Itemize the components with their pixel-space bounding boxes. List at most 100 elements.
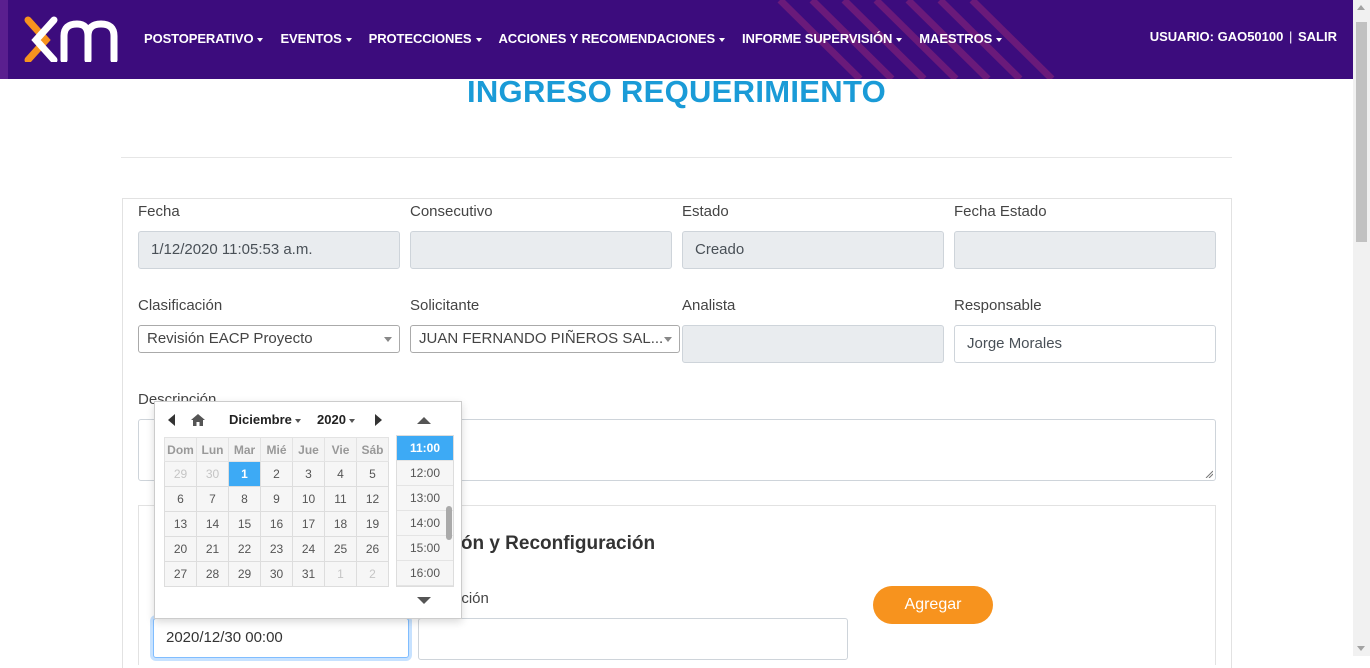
calendar-day[interactable]: 21 xyxy=(196,536,229,562)
subsection-description-input[interactable] xyxy=(418,618,848,660)
caret-down-icon xyxy=(475,37,482,42)
menu-informe-supervision[interactable]: INFORME SUPERVISIÓN xyxy=(742,31,903,46)
weekday-row: Dom Lun Mar Mié Jue Vie Sáb xyxy=(164,437,389,462)
menu-label: MAESTROS xyxy=(919,31,993,46)
menu-maestros[interactable]: MAESTROS xyxy=(919,31,1003,46)
consecutivo-field xyxy=(410,231,672,269)
clasificacion-label: Clasificación xyxy=(138,297,223,314)
calendar-day[interactable]: 9 xyxy=(260,486,293,512)
calendar-day[interactable]: 14 xyxy=(196,511,229,537)
weekday-header: Jue xyxy=(292,437,325,462)
time-option[interactable]: 13:00 xyxy=(397,486,453,511)
analista-field xyxy=(682,325,944,363)
weekday-header: Lun xyxy=(196,437,229,462)
calendar-day[interactable]: 10 xyxy=(292,486,325,512)
year-label: 2020 xyxy=(317,412,346,427)
home-icon[interactable] xyxy=(190,413,206,427)
clasificacion-select[interactable]: Revisión EACP Proyecto xyxy=(138,325,400,353)
calendar-day[interactable]: 4 xyxy=(324,461,357,487)
menu-label: EVENTOS xyxy=(280,31,342,46)
calendar-day[interactable]: 16 xyxy=(260,511,293,537)
prev-month-icon[interactable] xyxy=(168,414,175,426)
xm-logo[interactable] xyxy=(24,16,130,62)
caret-down-icon xyxy=(896,37,903,42)
dropdown-arrow-icon xyxy=(664,337,672,342)
year-select[interactable]: 2020 xyxy=(317,412,355,427)
resize-grip-icon[interactable] xyxy=(1205,470,1213,478)
add-button[interactable]: Agregar xyxy=(873,586,993,624)
main-menu: POSTOPERATIVO EVENTOS PROTECCIONES ACCIO… xyxy=(144,31,1019,46)
time-option[interactable]: 15:00 xyxy=(397,536,453,561)
time-option[interactable]: 14:00 xyxy=(397,511,453,536)
scrollbar-thumb[interactable] xyxy=(1356,22,1367,242)
calendar-day[interactable]: 28 xyxy=(196,561,229,587)
calendar-day[interactable]: 12 xyxy=(356,486,389,512)
calendar-day[interactable]: 7 xyxy=(196,486,229,512)
calendar-day[interactable]: 19 xyxy=(356,511,389,537)
calendar-day[interactable]: 1 xyxy=(324,561,357,587)
time-list-scrollbar[interactable] xyxy=(446,506,452,540)
calendar-day[interactable]: 6 xyxy=(164,486,197,512)
menu-eventos[interactable]: EVENTOS xyxy=(280,31,352,46)
page-scrollbar[interactable] xyxy=(1353,0,1370,656)
fecha-label: Fecha xyxy=(138,203,180,220)
calendar-day[interactable]: 25 xyxy=(324,536,357,562)
time-option-selected[interactable]: 11:00 xyxy=(397,436,453,461)
estado-field: Creado xyxy=(682,231,944,269)
time-scroll-up-icon[interactable] xyxy=(417,417,431,424)
calendar-day[interactable]: 27 xyxy=(164,561,197,587)
menu-label: POSTOPERATIVO xyxy=(144,31,254,46)
time-option[interactable]: 12:00 xyxy=(397,461,453,486)
calendar-day[interactable]: 2 xyxy=(260,461,293,487)
calendar-day[interactable]: 18 xyxy=(324,511,357,537)
calendar-week: 13 14 15 16 17 18 19 xyxy=(164,511,389,537)
month-label: Diciembre xyxy=(229,412,292,427)
menu-acciones-recomendaciones[interactable]: ACCIONES Y RECOMENDACIONES xyxy=(499,31,726,46)
dropdown-arrow-icon xyxy=(384,337,392,342)
menu-postoperativo[interactable]: POSTOPERATIVO xyxy=(144,31,264,46)
next-month-icon[interactable] xyxy=(375,414,382,426)
solicitante-label: Solicitante xyxy=(410,297,480,314)
calendar-day[interactable]: 5 xyxy=(356,461,389,487)
calendar-day[interactable]: 15 xyxy=(228,511,261,537)
calendar-day[interactable]: 3 xyxy=(292,461,325,487)
scroll-down-icon[interactable] xyxy=(1357,646,1365,651)
weekday-header: Sáb xyxy=(356,437,389,462)
divider xyxy=(121,157,1232,158)
solicitante-select[interactable]: JUAN FERNANDO PIÑEROS SAL... xyxy=(410,325,680,353)
calendar-day[interactable]: 22 xyxy=(228,536,261,562)
calendar-day-selected[interactable]: 1 xyxy=(228,461,261,487)
calendar-day[interactable]: 20 xyxy=(164,536,197,562)
calendar-day[interactable]: 30 xyxy=(196,461,229,487)
calendar-day[interactable]: 26 xyxy=(356,536,389,562)
fecha-estado-label: Fecha Estado xyxy=(954,203,1047,220)
calendar-day[interactable]: 29 xyxy=(164,461,197,487)
responsable-input[interactable]: Jorge Morales xyxy=(954,325,1216,363)
logout-link[interactable]: SALIR xyxy=(1298,29,1337,44)
calendar-week: 20 21 22 23 24 25 26 xyxy=(164,536,389,562)
calendar-day[interactable]: 13 xyxy=(164,511,197,537)
datetime-input[interactable]: 2020/12/30 00:00 xyxy=(153,618,409,658)
time-scroll-down-icon[interactable] xyxy=(417,597,431,604)
fecha-field: 1/12/2020 11:05:53 a.m. xyxy=(138,231,400,269)
responsable-label: Responsable xyxy=(954,297,1042,314)
calendar-day[interactable]: 11 xyxy=(324,486,357,512)
calendar-day[interactable]: 2 xyxy=(356,561,389,587)
weekday-header: Mié xyxy=(260,437,293,462)
calendar-day[interactable]: 24 xyxy=(292,536,325,562)
user-separator: | xyxy=(1288,29,1293,44)
menu-label: INFORME SUPERVISIÓN xyxy=(742,31,893,46)
calendar-day[interactable]: 8 xyxy=(228,486,261,512)
scroll-up-icon[interactable] xyxy=(1357,5,1365,10)
datetime-picker: Diciembre 2020 Dom Lun Mar Mié Jue Vie S… xyxy=(154,401,462,619)
calendar-day[interactable]: 17 xyxy=(292,511,325,537)
calendar-day[interactable]: 30 xyxy=(260,561,293,587)
month-select[interactable]: Diciembre xyxy=(229,412,301,427)
calendar-day[interactable]: 23 xyxy=(260,536,293,562)
calendar-day[interactable]: 31 xyxy=(292,561,325,587)
time-option[interactable]: 16:00 xyxy=(397,561,453,586)
analista-label: Analista xyxy=(682,297,736,314)
picker-header: Diciembre 2020 xyxy=(155,411,395,431)
menu-protecciones[interactable]: PROTECCIONES xyxy=(369,31,482,46)
calendar-day[interactable]: 29 xyxy=(228,561,261,587)
